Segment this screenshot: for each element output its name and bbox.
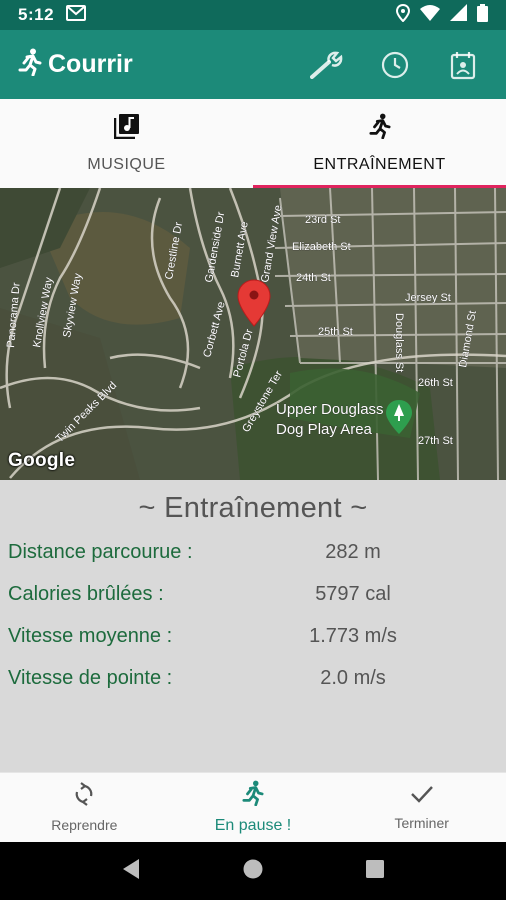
stat-value: 282 m (325, 540, 381, 563)
satellite-map: 23rd St Elizabeth St 24th St 25th St Jer… (0, 188, 506, 480)
recents-icon[interactable] (365, 859, 385, 884)
stat-label: Calories brûlées : (8, 582, 164, 605)
park-label-1: Upper Douglass (276, 401, 384, 418)
street-label: 27th St (418, 435, 453, 447)
gmail-notification-icon (66, 4, 87, 26)
google-logo: Google (8, 450, 76, 471)
wifi-icon (420, 4, 440, 26)
workout-heading: ~ Entraînement ~ (138, 492, 368, 524)
system-navigation-bar (0, 842, 506, 900)
tab-musique-label: MUSIQUE (87, 156, 166, 173)
calendar-icon[interactable] (444, 46, 482, 84)
bottom-navigation: Reprendre En pause ! Terminer (0, 772, 506, 842)
runner-icon (18, 48, 42, 81)
en-pause-button[interactable]: En pause ! (169, 773, 338, 842)
street-label: 24th St (296, 272, 331, 284)
stat-value: 1.773 m/s (309, 624, 397, 647)
home-icon[interactable] (242, 858, 264, 885)
street-label: Elizabeth St (292, 241, 351, 253)
stat-value: 2.0 m/s (320, 666, 386, 689)
street-label: 23rd St (305, 214, 340, 226)
back-icon[interactable] (121, 858, 141, 885)
app-bar: Courrir (0, 30, 506, 99)
terminer-button[interactable]: Terminer (337, 773, 506, 842)
tab-entrainement-label: ENTRAÎNEMENT (313, 156, 446, 173)
map-view[interactable]: 23rd St Elizabeth St 24th St 25th St Jer… (0, 188, 506, 480)
reprendre-button[interactable]: Reprendre (0, 773, 169, 842)
runner-icon (242, 780, 264, 811)
stat-row-calories: Calories brûlées : 5797 cal (0, 573, 506, 615)
runner-icon (368, 113, 391, 144)
music-library-icon (113, 113, 140, 144)
stat-row-avg-speed: Vitesse moyenne : 1.773 m/s (0, 615, 506, 657)
park-label-2: Dog Play Area (276, 421, 373, 438)
stat-label: Vitesse moyenne : (8, 624, 173, 647)
wrench-icon[interactable] (308, 46, 346, 84)
terminer-label: Terminer (394, 815, 449, 831)
signal-icon (450, 4, 467, 26)
street-label: Douglass St (393, 313, 405, 372)
en-pause-label: En pause ! (214, 817, 292, 834)
check-icon (410, 784, 434, 809)
tab-entrainement[interactable]: ENTRAÎNEMENT (253, 99, 506, 188)
refresh-icon (72, 782, 96, 811)
tab-bar: MUSIQUE ENTRAÎNEMENT (0, 99, 506, 188)
street-label: 26th St (418, 377, 453, 389)
stat-label: Distance parcourue : (8, 540, 193, 563)
stat-label: Vitesse de pointe : (8, 666, 173, 689)
stats-list: Distance parcourue : 282 m Calories brûl… (0, 531, 506, 699)
status-time: 5:12 (18, 5, 55, 24)
street-label: Jersey St (405, 292, 451, 304)
workout-panel: ~ Entraînement ~ Distance parcourue : 28… (0, 480, 506, 772)
stat-row-distance: Distance parcourue : 282 m (0, 531, 506, 573)
reprendre-label: Reprendre (51, 817, 118, 833)
app-title: Courrir (48, 50, 133, 78)
street-label: 25th St (318, 326, 353, 338)
location-icon (395, 3, 411, 27)
clock-icon[interactable] (376, 46, 414, 84)
tab-musique[interactable]: MUSIQUE (0, 99, 253, 188)
status-bar: 5:12 (0, 0, 506, 30)
battery-icon (477, 3, 488, 27)
stat-row-top-speed: Vitesse de pointe : 2.0 m/s (0, 657, 506, 699)
stat-value: 5797 cal (315, 582, 391, 605)
